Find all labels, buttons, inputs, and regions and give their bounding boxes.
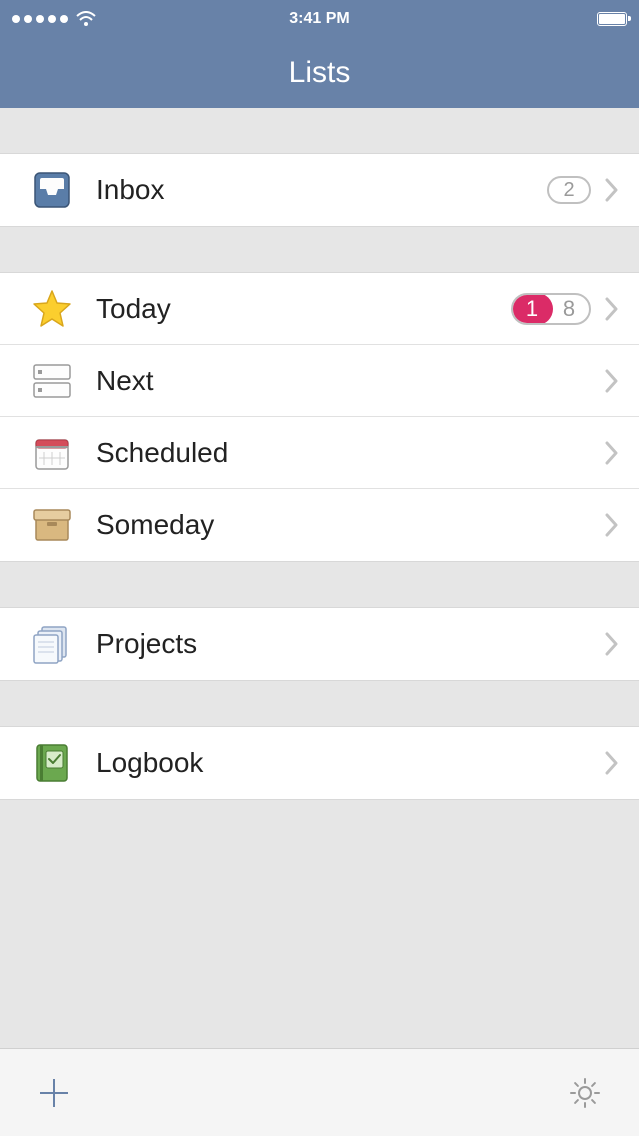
today-badge-due: 1 [511,293,553,325]
plus-icon [36,1075,72,1111]
chevron-right-icon [605,297,619,321]
chevron-right-icon [605,369,619,393]
projects-icon [30,622,74,666]
next-icon [30,359,74,403]
box-icon [30,503,74,547]
today-badge-total: 8 [553,296,589,322]
list-item-someday[interactable]: Someday [0,489,639,561]
list-item-today[interactable]: Today 1 8 [0,273,639,345]
content-area: Inbox 2 Today 1 8 [0,108,639,800]
logbook-icon [30,741,74,785]
chevron-right-icon [605,441,619,465]
chevron-right-icon [605,751,619,775]
signal-dots-icon [12,15,68,23]
page-title: Lists [289,56,351,90]
inbox-badge: 2 [547,176,591,204]
scheduled-label: Scheduled [96,437,591,469]
add-button[interactable] [32,1071,76,1115]
someday-label: Someday [96,509,591,541]
status-time: 3:41 PM [289,10,349,28]
calendar-icon [30,431,74,475]
list-item-logbook[interactable]: Logbook [0,727,639,799]
battery-icon [597,12,627,26]
bottom-toolbar [0,1048,639,1136]
gear-icon [566,1074,604,1112]
today-badge: 1 8 [511,293,591,325]
status-right [597,12,627,26]
settings-button[interactable] [563,1071,607,1115]
projects-label: Projects [96,628,591,660]
status-left [12,11,96,27]
inbox-icon [30,168,74,212]
list-item-next[interactable]: Next [0,345,639,417]
list-item-projects[interactable]: Projects [0,608,639,680]
today-label: Today [96,293,511,325]
star-icon [30,287,74,331]
next-label: Next [96,365,591,397]
list-item-scheduled[interactable]: Scheduled [0,417,639,489]
chevron-right-icon [605,632,619,656]
chevron-right-icon [605,513,619,537]
chevron-right-icon [605,178,619,202]
inbox-label: Inbox [96,174,547,206]
nav-title-bar: Lists [0,38,639,108]
wifi-icon [76,11,96,27]
list-item-inbox[interactable]: Inbox 2 [0,154,639,226]
status-bar: 3:41 PM [0,0,639,38]
logbook-label: Logbook [96,747,591,779]
